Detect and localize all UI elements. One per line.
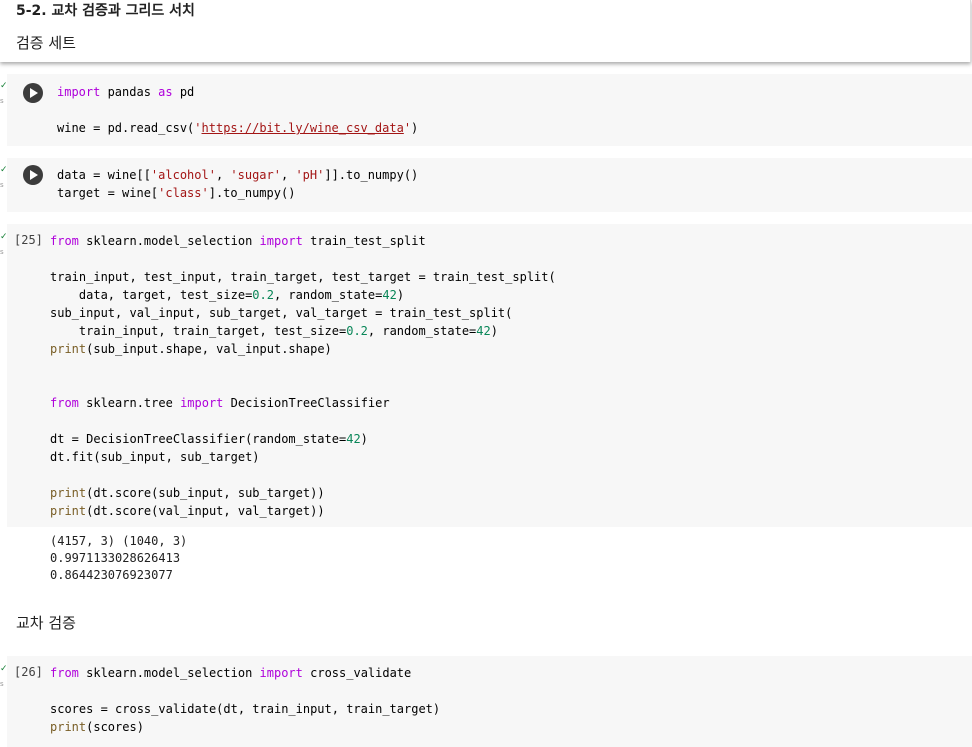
code-cell-to-numpy[interactable]: ✓ s data = wine[['alcohol', 'sugar', 'pH… <box>0 158 972 212</box>
execution-count: [26] <box>14 665 43 679</box>
play-circle-icon[interactable] <box>23 83 43 103</box>
markdown-cross-validation: 교차 검증 <box>16 614 76 632</box>
code-token: , <box>215 168 231 182</box>
code-token: (dt.score(sub_input, sub_target)) <box>86 486 325 500</box>
code-token: import <box>57 85 101 99</box>
code-cell-read-csv[interactable]: ✓ s import pandas as pd wine = pd.read_c… <box>0 74 972 146</box>
code-token: scores = cross_validate(dt, train_input,… <box>50 702 441 716</box>
cell-source[interactable]: data = wine[['alcohol', 'sugar', 'pH']].… <box>57 166 418 202</box>
code-token: 'class' <box>158 186 209 200</box>
code-editor[interactable]: data = wine[['alcohol', 'sugar', 'pH']].… <box>7 158 972 212</box>
play-circle-icon[interactable] <box>23 165 43 185</box>
code-token: ) <box>360 432 368 446</box>
cell-output: (4157, 3) (1040, 3) 0.9971133028626413 0… <box>50 534 188 582</box>
code-token: , <box>280 168 296 182</box>
code-token: train_input, test_input, train_target, t… <box>50 270 556 284</box>
code-token: sklearn.model_selection <box>78 234 260 248</box>
code-token: 0.2 <box>252 288 274 302</box>
code-token: dt = DecisionTreeClassifier(random_state… <box>50 432 347 446</box>
code-token: print <box>50 720 87 734</box>
code-token: DecisionTreeClassifier <box>223 396 390 410</box>
code-token: target = wine[ <box>57 186 159 200</box>
code-token: sklearn.tree <box>78 396 181 410</box>
code-token: 'sugar' <box>230 168 281 182</box>
code-token: , random_state= <box>367 324 477 338</box>
code-token: ' <box>194 121 202 135</box>
code-token: 'pH' <box>295 168 325 182</box>
code-token: ]].to_numpy() <box>324 168 419 182</box>
exec-time-mark: s <box>0 680 4 688</box>
code-token: from <box>50 234 79 248</box>
code-cell-cross-validate[interactable]: ✓ s [26] from sklearn.model_selection im… <box>0 656 972 747</box>
code-token: data = wine[[ <box>57 168 151 182</box>
code-token: , random_state= <box>273 288 383 302</box>
execution-count: [25] <box>14 233 43 247</box>
code-token: print <box>50 504 87 518</box>
code-token: train_test_split <box>302 234 426 248</box>
section-title: 5-2. 교차 검증과 그리드 서치 <box>16 3 195 19</box>
code-token: import <box>259 234 303 248</box>
cell-source[interactable]: from sklearn.model_selection import cros… <box>50 664 440 736</box>
exec-time-mark: s <box>0 248 4 256</box>
code-token: https://bit.ly/wine_csv_data <box>201 121 404 135</box>
code-token: 42 <box>476 324 491 338</box>
code-token: sub_input, val_input, sub_target, val_ta… <box>50 306 513 320</box>
exec-time-mark: s <box>0 181 4 189</box>
code-token: ' <box>403 121 412 135</box>
code-token: print <box>50 342 87 356</box>
code-token: sklearn.model_selection <box>78 666 260 680</box>
code-token: from <box>50 666 79 680</box>
code-token: wine = pd.read_csv( <box>57 121 195 135</box>
code-token: print <box>50 486 87 500</box>
code-token: import <box>180 396 224 410</box>
code-cell-split-tree[interactable]: ✓ s [25] from sklearn.model_selection im… <box>0 224 972 527</box>
exec-time-mark: s <box>0 97 4 105</box>
code-token: train_input, train_target, test_size= <box>50 324 347 338</box>
code-token: import <box>259 666 303 680</box>
cell-source[interactable]: import pandas as pd wine = pd.read_csv('… <box>57 83 418 137</box>
code-token: pd <box>172 85 195 99</box>
code-token: pandas <box>100 85 159 99</box>
markdown-cell-header[interactable]: 5-2. 교차 검증과 그리드 서치 검증 세트 <box>0 0 971 62</box>
code-token: 0.2 <box>346 324 368 338</box>
code-token: 42 <box>382 288 397 302</box>
code-token: (dt.score(val_input, val_target)) <box>86 504 325 518</box>
code-token: 42 <box>346 432 361 446</box>
code-token: ) <box>396 288 405 302</box>
code-token: from <box>50 396 79 410</box>
code-editor[interactable]: [26] from sklearn.model_selection import… <box>7 656 972 747</box>
code-token: data, target, test_size= <box>50 288 253 302</box>
code-editor[interactable]: import pandas as pd wine = pd.read_csv('… <box>7 74 972 146</box>
code-token: ) <box>411 121 419 135</box>
code-editor[interactable]: [25] from sklearn.model_selection import… <box>7 224 972 527</box>
code-token: ) <box>490 324 498 338</box>
section-subtitle: 검증 세트 <box>16 34 76 52</box>
code-token: ].to_numpy() <box>208 186 296 200</box>
code-token: (scores) <box>86 720 144 734</box>
code-token: cross_validate <box>302 666 412 680</box>
code-token: dt.fit(sub_input, sub_target) <box>50 450 260 464</box>
code-token: as <box>158 85 173 99</box>
code-token: (sub_input.shape, val_input.shape) <box>86 342 332 356</box>
code-token: 'alcohol' <box>150 168 216 182</box>
cell-source[interactable]: from sklearn.model_selection import trai… <box>50 232 556 520</box>
